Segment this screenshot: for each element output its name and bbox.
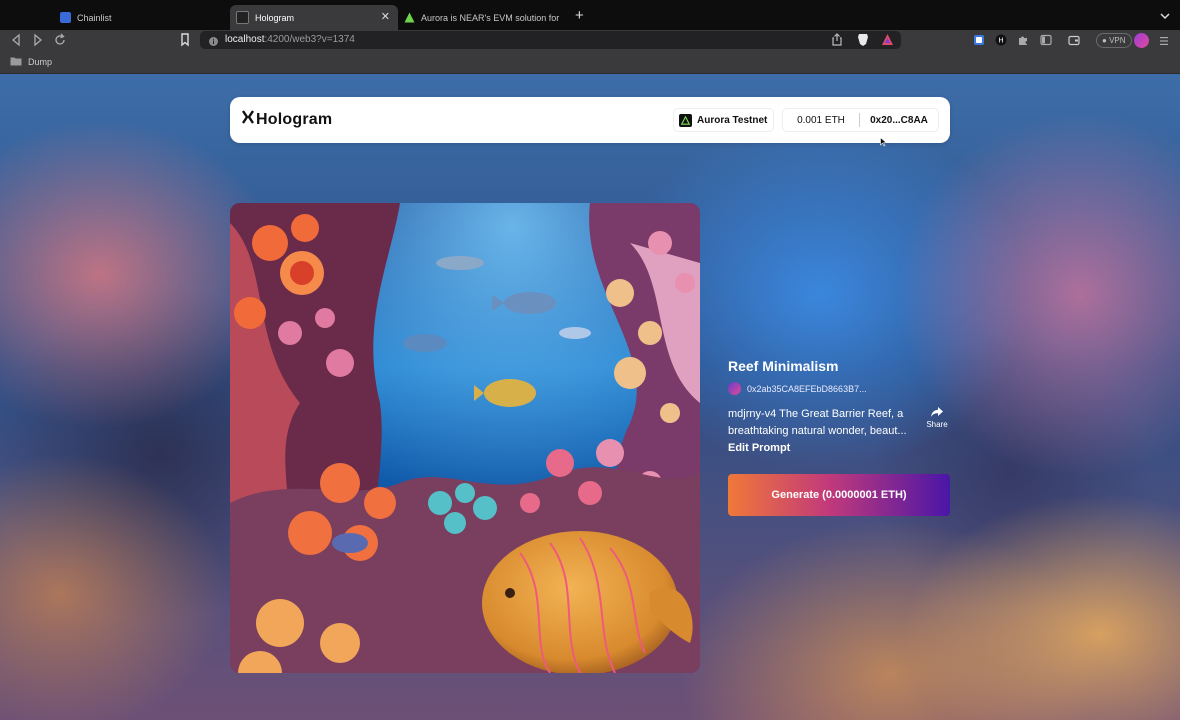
extension-icon[interactable] bbox=[973, 33, 985, 51]
bookmark-label: Dump bbox=[28, 57, 53, 67]
browser-toolbar: localhost:4200/web3?v=1374 H ● VPN bbox=[0, 30, 1180, 50]
address-bar[interactable]: localhost:4200/web3?v=1374 bbox=[200, 31, 901, 49]
url-host: localhost bbox=[225, 34, 265, 45]
share-button[interactable]: Share bbox=[924, 406, 950, 429]
tab-label: Chainlist bbox=[77, 12, 112, 23]
tab-label: Aurora is NEAR's EVM solution for ... bbox=[421, 12, 561, 23]
owner-address: 0x2ab35CA8EFEbD8663B7... bbox=[747, 383, 867, 394]
wallet-address: 0x20...C8AA bbox=[870, 114, 928, 126]
profile-avatar[interactable] bbox=[1134, 33, 1149, 48]
artwork-description: mdjrny-v4 The Great Barrier Reef, a brea… bbox=[728, 406, 916, 457]
tab-label: Hologram bbox=[255, 12, 295, 23]
url-path: :4200/web3?v=1374 bbox=[264, 34, 355, 45]
sidebar-icon[interactable] bbox=[1040, 33, 1052, 51]
bookmarks-bar: Dump bbox=[0, 50, 1180, 74]
tab-chainlist[interactable]: Chainlist bbox=[60, 5, 230, 30]
generate-button[interactable]: Generate (0.0000001 ETH) bbox=[728, 474, 950, 516]
description-row: mdjrny-v4 The Great Barrier Reef, a brea… bbox=[728, 406, 950, 457]
folder-icon bbox=[10, 56, 22, 68]
vpn-label: VPN bbox=[1109, 36, 1126, 45]
tab-aurora[interactable]: Aurora is NEAR's EVM solution for ... bbox=[404, 5, 568, 30]
share-arrow-icon bbox=[931, 407, 943, 417]
bookmark-folder-dump[interactable]: Dump bbox=[10, 56, 52, 68]
chevron-down-icon[interactable] bbox=[1160, 8, 1170, 26]
network-selector[interactable]: Aurora Testnet bbox=[674, 109, 773, 131]
aurora-network-icon bbox=[679, 113, 692, 127]
hologram-favicon bbox=[236, 11, 249, 24]
chainlist-favicon bbox=[60, 12, 71, 23]
mouse-cursor-icon bbox=[880, 134, 887, 152]
url-text: localhost:4200/web3?v=1374 bbox=[225, 34, 355, 45]
wallet-balance: 0.001 ETH bbox=[797, 114, 845, 126]
close-tab-icon[interactable]: ✕ bbox=[381, 10, 390, 23]
share-page-icon[interactable] bbox=[831, 33, 843, 51]
artwork-details: Reef Minimalism 0x2ab35CA8EFEbD8663B7...… bbox=[728, 358, 950, 516]
prompt-text: mdjrny-v4 The Great Barrier Reef, a brea… bbox=[728, 408, 907, 437]
svg-text:H: H bbox=[998, 37, 1003, 45]
tab-hologram[interactable]: Hologram ✕ bbox=[230, 5, 398, 30]
brave-rewards-icon[interactable] bbox=[881, 33, 894, 51]
wallet-extension-icon[interactable]: H bbox=[995, 33, 1007, 51]
logo-text: Hologram bbox=[256, 110, 333, 128]
hologram-logo[interactable]: Hologram bbox=[241, 109, 332, 130]
edit-prompt-link[interactable]: Edit Prompt bbox=[728, 442, 790, 454]
page-viewport: Hologram Aurora Testnet 0.001 ETH 0x20..… bbox=[0, 74, 1180, 720]
share-label: Share bbox=[926, 420, 948, 429]
artwork-title: Reef Minimalism bbox=[728, 358, 839, 374]
browser-tab-bar: Chainlist Hologram ✕ Aurora is NEAR's EV… bbox=[0, 0, 1180, 30]
wallet-icon[interactable] bbox=[1068, 33, 1080, 51]
wallet-button[interactable]: 0.001 ETH 0x20...C8AA bbox=[783, 109, 938, 131]
new-tab-icon[interactable]: + bbox=[575, 7, 584, 24]
app-header: Hologram Aurora Testnet 0.001 ETH 0x20..… bbox=[230, 97, 950, 147]
coral-reef-illustration bbox=[230, 203, 700, 673]
network-label: Aurora Testnet bbox=[697, 114, 768, 126]
hologram-logo-icon bbox=[241, 109, 255, 130]
puzzle-extensions-icon[interactable] bbox=[1017, 33, 1029, 51]
vpn-button[interactable]: ● VPN bbox=[1096, 33, 1132, 48]
aurora-favicon bbox=[404, 12, 415, 23]
owner-avatar bbox=[728, 382, 741, 395]
generated-artwork-image bbox=[230, 203, 700, 673]
owner-row[interactable]: 0x2ab35CA8EFEbD8663B7... bbox=[728, 382, 950, 395]
